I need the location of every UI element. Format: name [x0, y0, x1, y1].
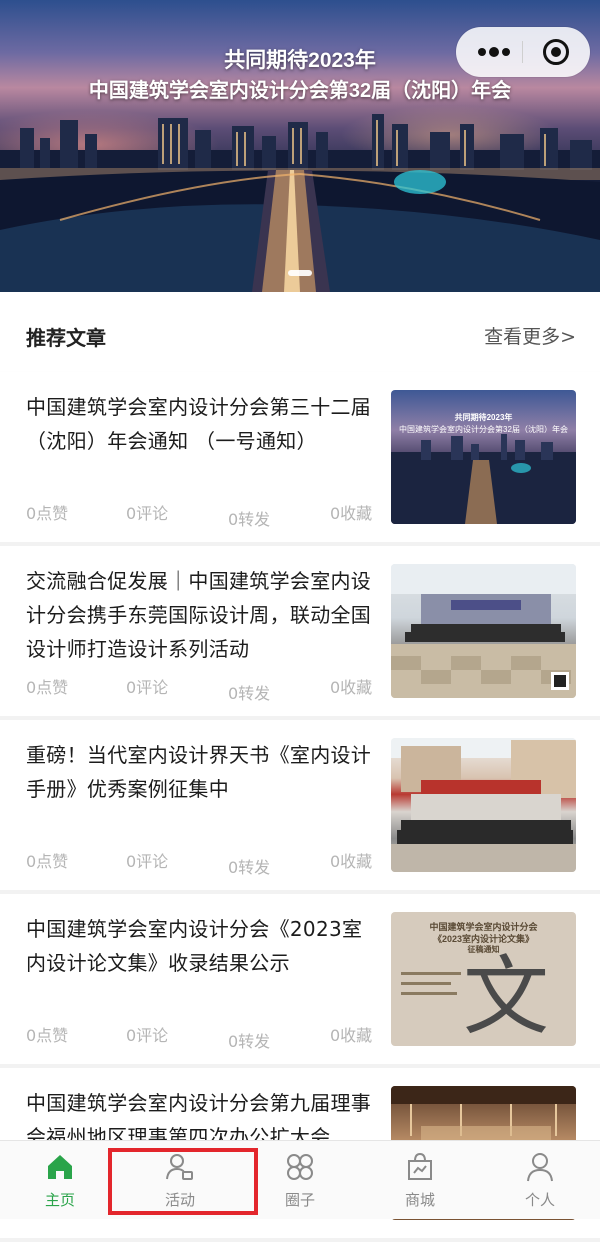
favorites-count[interactable]: 0收藏: [330, 500, 372, 524]
shares-count[interactable]: 0转发: [228, 854, 270, 878]
building-group-photo-image: [391, 738, 576, 872]
more-dots-icon[interactable]: [474, 39, 514, 65]
comments-count[interactable]: 0评论: [126, 500, 168, 524]
tab-label: 个人: [524, 1191, 555, 1209]
shop-bag-icon: [408, 1152, 432, 1180]
shares-count[interactable]: 0转发: [228, 680, 270, 704]
article-stats: 0点赞 0评论 0转发 0收藏: [26, 846, 378, 878]
carousel-indicator: [288, 270, 312, 276]
tab-label: 圈子: [284, 1191, 315, 1209]
article-title: 中国建筑学会室内设计分会第三十二届（沈阳）年会通知 （一号通知）: [26, 395, 372, 453]
tab-profile[interactable]: 个人: [480, 1141, 600, 1219]
thumb-line: [401, 972, 461, 975]
view-more-link[interactable]: 查看更多>: [484, 322, 576, 349]
article-card[interactable]: 中国建筑学会室内设计分会《2023室内设计论文集》收录结果公示 0点赞 0评论 …: [0, 894, 600, 1068]
group-photo-image: [391, 564, 576, 698]
section-title: 推荐文章: [26, 326, 106, 350]
likes-count[interactable]: 0点赞: [26, 848, 68, 872]
article-title: 重磅！当代室内设计界天书《室内设计手册》优秀案例征集中: [26, 743, 372, 801]
bottom-tab-bar: 主页 活动 圈子 商城 个人: [0, 1140, 600, 1219]
favorites-count[interactable]: 0收藏: [330, 674, 372, 698]
tab-circles[interactable]: 圈子: [240, 1141, 360, 1219]
thumb-line: [401, 992, 457, 995]
tab-shop[interactable]: 商城: [360, 1141, 480, 1219]
favorites-count[interactable]: 0收藏: [330, 848, 372, 872]
likes-count[interactable]: 0点赞: [26, 1022, 68, 1046]
tab-label: 主页: [44, 1191, 75, 1209]
article-stats: 0点赞 0评论 0转发 0收藏: [26, 498, 378, 530]
person-icon: [527, 1153, 553, 1182]
likes-count[interactable]: 0点赞: [26, 500, 68, 524]
article-thumbnail: [391, 564, 576, 698]
city-skyline-image: [0, 114, 600, 292]
article-thumbnail: 共同期待2023年 中国建筑学会室内设计分会第32届（沈阳）年会: [391, 390, 576, 524]
likes-count[interactable]: 0点赞: [26, 674, 68, 698]
article-card[interactable]: 交流融合促发展｜中国建筑学会室内设计分会携手东莞国际设计周，联动全国设计师打造设…: [0, 546, 600, 720]
article-title: 中国建筑学会室内设计分会《2023室内设计论文集》收录结果公示: [26, 917, 363, 975]
article-thumbnail: [391, 738, 576, 872]
article-card[interactable]: 重磅！当代室内设计界天书《室内设计手册》优秀案例征集中 0点赞 0评论 0转发 …: [0, 720, 600, 894]
target-circle-icon[interactable]: [542, 38, 570, 66]
tab-label: 商城: [404, 1191, 435, 1209]
favorites-count[interactable]: 0收藏: [330, 1022, 372, 1046]
circles-icon: [287, 1154, 313, 1180]
city-night-image: [391, 434, 576, 524]
article-stats: 0点赞 0评论 0转发 0收藏: [26, 1020, 378, 1052]
article-title: 交流融合促发展｜中国建筑学会室内设计分会携手东莞国际设计周，联动全国设计师打造设…: [26, 569, 372, 661]
comments-count[interactable]: 0评论: [126, 848, 168, 872]
highlight-box: [108, 1148, 258, 1215]
capsule-divider: [522, 41, 523, 63]
comments-count[interactable]: 0评论: [126, 674, 168, 698]
thumb-glyph: 文: [463, 947, 549, 1046]
article-thumbnail: 中国建筑学会室内设计分会 《2023室内设计论文集》 征稿通知 文: [391, 912, 576, 1046]
shares-count[interactable]: 0转发: [228, 506, 270, 530]
shares-count[interactable]: 0转发: [228, 1028, 270, 1052]
banner-title-line2: 中国建筑学会室内设计分会第32届（沈阳）年会: [88, 80, 512, 102]
comments-count[interactable]: 0评论: [126, 1022, 168, 1046]
tab-home[interactable]: 主页: [0, 1141, 120, 1219]
miniprogram-capsule: [456, 27, 590, 77]
article-stats: 0点赞 0评论 0转发 0收藏: [26, 672, 378, 704]
home-icon: [48, 1155, 72, 1179]
article-card[interactable]: 中国建筑学会室内设计分会第三十二届（沈阳）年会通知 （一号通知） 0点赞 0评论…: [0, 372, 600, 546]
thumb-line: [401, 982, 451, 985]
